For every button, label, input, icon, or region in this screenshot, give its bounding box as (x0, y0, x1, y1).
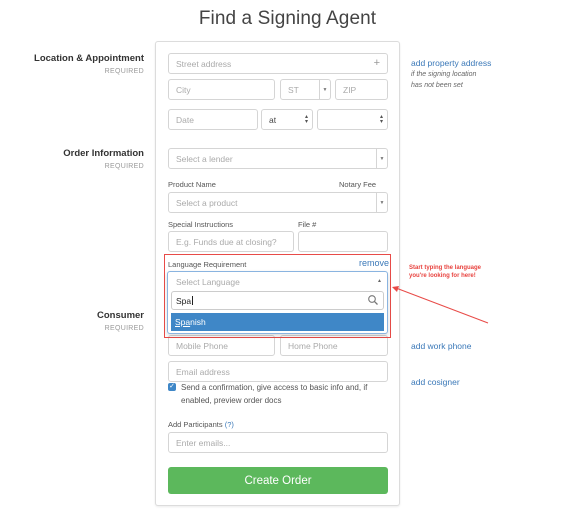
chevron-up-icon: ▲ (377, 278, 382, 284)
add-participants-label: Add Participants (?) (168, 420, 234, 429)
help-link[interactable]: (?) (225, 420, 234, 429)
placeholder: Select Language (176, 277, 240, 287)
arrow-line (395, 287, 489, 324)
required-tag: REQUIRED (104, 325, 144, 332)
required-tag: REQUIRED (104, 163, 144, 170)
city-input[interactable]: City (168, 79, 275, 100)
annotation-line: you're looking for here! (409, 273, 476, 279)
language-requirement-label: Language Requirement (168, 260, 247, 269)
placeholder: Mobile Phone (176, 340, 228, 351)
notary-fee-label: Notary Fee (339, 180, 377, 189)
match-text: Spa (175, 317, 191, 327)
label-text: Add Participants (168, 420, 223, 429)
confirmation-label: Send a confirmation, give access to basi… (181, 383, 368, 405)
product-name-label: Product Name (168, 180, 216, 189)
date-input[interactable]: Date (168, 109, 258, 130)
mobile-phone-input[interactable]: Mobile Phone (168, 335, 275, 356)
placeholder: Home Phone (288, 340, 338, 351)
page-title: Find a Signing Agent (198, 8, 377, 29)
language-search-input[interactable]: Spa (171, 291, 384, 310)
section-consumer: Consumer REQUIRED (97, 310, 144, 332)
select-value: at (269, 114, 277, 125)
annotation-text: Start typing the language you're looking… (409, 264, 481, 280)
section-order: Order Information REQUIRED (63, 148, 144, 170)
add-cosigner-link[interactable]: add cosigner (411, 377, 460, 387)
placeholder: Date (176, 114, 194, 125)
note-line: if the signing location (411, 71, 477, 78)
lender-select[interactable]: Select a lender ▼ (168, 148, 388, 169)
email-input[interactable]: Email address (168, 361, 388, 382)
add-work-phone-link[interactable]: add work phone (411, 341, 472, 351)
state-select[interactable]: ST ▼ (280, 79, 331, 100)
chevron-down-icon: ▼ (319, 80, 330, 99)
street-address-input[interactable]: Street address + (168, 53, 388, 74)
property-address-note: if the signing location has not been set (411, 69, 476, 91)
placeholder: ST (288, 84, 299, 95)
search-value: Spa (176, 296, 193, 306)
placeholder: ZIP (343, 84, 357, 95)
special-instructions-input[interactable]: E.g. Funds due at closing? (168, 231, 294, 252)
checkmark-icon: ✓ (169, 383, 175, 390)
product-select[interactable]: Select a product ▼ (168, 192, 388, 213)
section-location: Location & Appointment REQUIRED (34, 53, 144, 75)
required-tag: REQUIRED (104, 68, 144, 75)
confirmation-checkbox[interactable]: ✓ (168, 383, 176, 391)
participants-emails-input[interactable]: Enter emails... (168, 432, 388, 453)
section-title: Consumer (97, 310, 144, 321)
search-icon (368, 295, 378, 305)
placeholder: Select a product (176, 197, 238, 208)
zip-input[interactable]: ZIP (335, 79, 388, 100)
placeholder: Email address (176, 366, 230, 377)
section-title: Order Information (63, 148, 144, 159)
placeholder: Enter emails... (176, 437, 231, 448)
language-option-spanish[interactable]: Spa nish (171, 313, 384, 331)
chevron-down-icon: ▼ (376, 149, 387, 168)
annotation-line: Start typing the language (409, 265, 482, 271)
chevron-down-icon: ▼ (376, 193, 387, 212)
placeholder: Street address (176, 58, 232, 69)
section-title: Location & Appointment (34, 53, 144, 64)
option-text: nish (190, 317, 206, 327)
note-line: has not been set (411, 82, 463, 89)
placeholder: City (176, 84, 191, 95)
remove-language-link[interactable]: remove (359, 258, 389, 268)
plus-icon[interactable]: + (374, 57, 380, 69)
file-number-input[interactable] (298, 231, 388, 252)
time-select[interactable]: ▴ ▾ (317, 109, 388, 130)
updown-icon: ▴ ▾ (304, 114, 308, 125)
placeholder: Select a lender (176, 153, 233, 164)
placeholder: E.g. Funds due at closing? (176, 236, 277, 247)
special-instructions-label: Special Instructions (168, 220, 234, 229)
language-select[interactable]: Select Language ▲ Spa Spa nish (167, 271, 388, 334)
add-property-address-link[interactable]: add property address (411, 58, 491, 68)
home-phone-input[interactable]: Home Phone (280, 335, 388, 356)
file-number-label: File # (298, 220, 317, 229)
updown-icon: ▴ ▾ (379, 114, 383, 125)
create-order-button[interactable]: Create Order (168, 467, 388, 494)
time-period-select[interactable]: at ▴ ▾ (261, 109, 313, 130)
